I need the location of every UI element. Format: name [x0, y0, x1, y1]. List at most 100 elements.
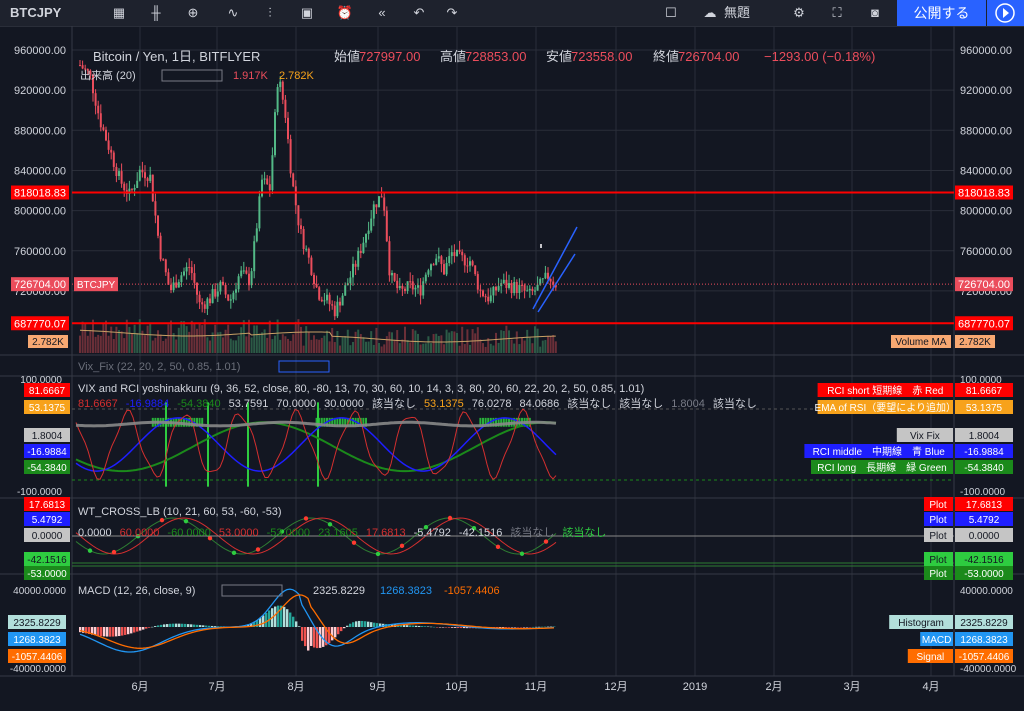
- replay-icon[interactable]: «: [371, 0, 393, 26]
- chart-canvas[interactable]: 960000.00 960000.00 920000.00 920000.00 8800…: [0, 26, 1024, 711]
- volume-bar: [310, 339, 313, 353]
- volume-bar: [170, 320, 172, 353]
- trend-channel-upper[interactable]: [532, 226, 578, 310]
- svg-text:終値: 終値: [653, 49, 679, 64]
- plus-circle-icon[interactable]: ⊕: [182, 0, 204, 26]
- svg-text:818018.83: 818018.83: [14, 188, 66, 200]
- volume-bar: [315, 339, 318, 353]
- candles-icon[interactable]: ╫: [145, 0, 167, 26]
- candle-body: [344, 285, 347, 296]
- camera-icon[interactable]: ◙: [864, 0, 886, 26]
- candle-body: [445, 263, 448, 275]
- macd-histogram-bar: [265, 612, 268, 627]
- macd-histogram-bar: [109, 627, 112, 637]
- svg-text:723558.00: 723558.00: [571, 49, 632, 64]
- candle-body: [144, 172, 146, 179]
- publish-button[interactable]: 公開する: [897, 0, 986, 26]
- settings-icon[interactable]: ⚙: [788, 0, 810, 26]
- chart-title[interactable]: Bitcoin / Yen, 1日, BITFLYER: [93, 49, 260, 64]
- vixfix-legend[interactable]: Vix_Fix (22, 20, 2, 50, 0.85, 1.01): [78, 361, 240, 373]
- candle-body: [479, 289, 482, 291]
- macd-histogram-bar: [346, 625, 349, 627]
- wt-cross-dot: [399, 543, 405, 549]
- volume-bar: [440, 335, 443, 353]
- fullscreen-icon[interactable]: ⛶: [826, 0, 848, 26]
- macd-legend[interactable]: MACD (12, 26, close, 9): [78, 585, 195, 597]
- undo-icon[interactable]: ↶: [408, 0, 430, 26]
- wt-cross-dot: [327, 522, 333, 527]
- svg-text:687770.07: 687770.07: [14, 318, 66, 330]
- volume-bar: [354, 331, 357, 353]
- time-axis[interactable]: 6月 7月 8月 9月 10月 11月 12月 2019 2月 3月 4月: [131, 681, 939, 693]
- play-icon[interactable]: [987, 0, 1024, 26]
- legend-controls[interactable]: [161, 69, 223, 82]
- macd-left-badge-text: -1057.4406: [12, 652, 63, 663]
- vixfix-controls[interactable]: [278, 360, 330, 373]
- wt-cross-dot: [447, 515, 453, 521]
- rci-value: 81.6667: [78, 398, 118, 410]
- trend-channel-lower[interactable]: [537, 253, 576, 313]
- macd-histogram-bar: [262, 615, 265, 627]
- volume-bar: [92, 319, 94, 353]
- volume-bar: [531, 343, 534, 353]
- candle-body: [349, 277, 352, 284]
- time-tick-label: 2月: [765, 681, 782, 693]
- candle-body: [352, 263, 354, 278]
- volume-bar: [279, 339, 282, 353]
- volume-bar: [105, 320, 107, 353]
- macd-histogram-bar: [418, 625, 421, 627]
- candle-body: [497, 286, 500, 291]
- layout-name[interactable]: 無題: [724, 0, 774, 26]
- line-icon[interactable]: ∿: [222, 0, 244, 26]
- wt-legend[interactable]: WT_CROSS_LB (10, 21, 60, 53, -60, -53): [78, 506, 282, 518]
- candle-body: [411, 281, 414, 290]
- redo-icon[interactable]: ↷: [441, 0, 463, 26]
- volume-bar: [188, 331, 191, 353]
- price-tick-label: 760000.00: [14, 246, 66, 258]
- price-tick-label: 840000.00: [14, 165, 66, 177]
- svg-text:始値: 始値: [334, 49, 360, 64]
- candle-body: [242, 270, 245, 272]
- macd-histogram-bar: [286, 609, 289, 627]
- volume-bar: [463, 344, 466, 353]
- volume-bar: [526, 329, 529, 353]
- macd-histogram-bar: [187, 624, 190, 627]
- candle-body: [289, 139, 292, 174]
- macd-histogram-bar: [523, 627, 526, 628]
- layout-icon[interactable]: ☐: [660, 0, 682, 26]
- candle-body: [427, 270, 430, 275]
- calendar-icon[interactable]: ▦: [108, 0, 130, 26]
- time-tick-label: 2019: [683, 681, 707, 693]
- candle-body: [448, 256, 451, 264]
- volume-bar: [372, 344, 375, 353]
- volume-bar: [97, 334, 100, 353]
- rci-value: 53.1375: [424, 398, 464, 410]
- macd-histogram-bar: [424, 626, 427, 627]
- volume-legend[interactable]: 出来高 (20): [80, 68, 136, 82]
- template-icon[interactable]: ▣: [296, 0, 318, 26]
- volume-bar: [250, 337, 253, 353]
- volume-bar: [214, 324, 217, 353]
- volume-bar: [346, 329, 349, 353]
- candle-body: [326, 294, 328, 301]
- macd-histogram-bar: [409, 625, 412, 627]
- macd-histogram-bar: [331, 627, 334, 641]
- volume-bar: [391, 332, 393, 353]
- symbol-search[interactable]: BTCJPY: [10, 0, 61, 26]
- wt-cross-pane: WT_CROSS_LB (10, 21, 60, 53, -60, -53) 0…: [72, 506, 954, 567]
- indicators-icon[interactable]: ⫶: [259, 0, 281, 26]
- macd-histogram-bar: [430, 626, 433, 628]
- volume-bar: [482, 343, 484, 353]
- volume-bar: [242, 320, 245, 353]
- macd-histogram-bar: [358, 620, 361, 627]
- candle-body: [383, 197, 386, 211]
- candle-body: [424, 274, 427, 282]
- candle-body: [167, 272, 170, 285]
- candle-body: [245, 270, 248, 274]
- macd-histogram-bar: [175, 623, 178, 627]
- rci-right-label-text: Vix Fix: [910, 431, 940, 442]
- rci-legend[interactable]: VIX and RCI yoshinakkuru (9, 36, 52, clo…: [78, 383, 644, 395]
- candle-body: [336, 301, 339, 317]
- alert-icon[interactable]: ⏰: [334, 0, 356, 26]
- macd-right-label-text: MACD: [922, 635, 951, 646]
